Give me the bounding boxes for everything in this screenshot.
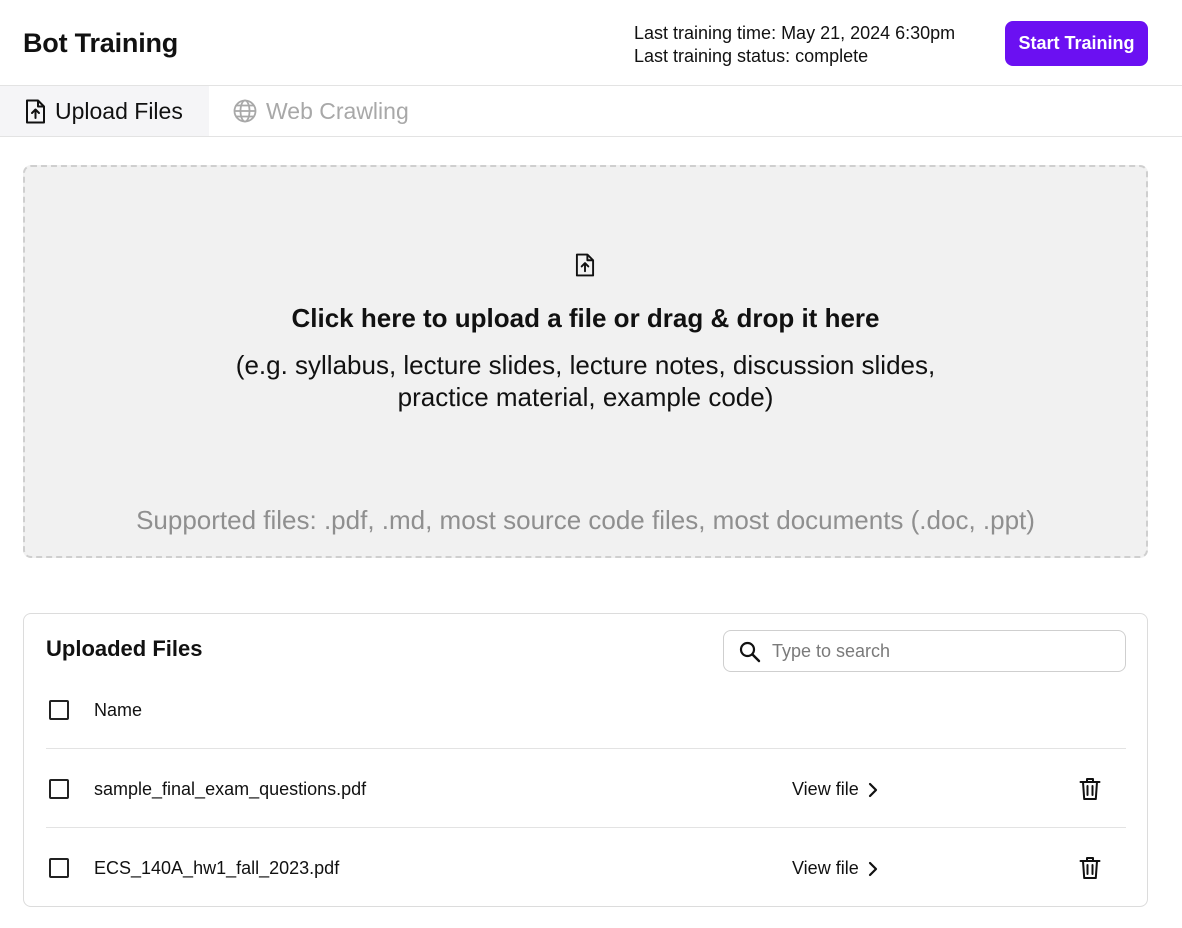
chevron-right-icon	[868, 861, 877, 876]
view-file-label: View file	[792, 858, 859, 878]
last-training-status: Last training status: complete	[634, 46, 869, 66]
upload-dropzone[interactable]: Click here to upload a file or drag & dr…	[23, 165, 1148, 558]
table-row: ECS_140A_hw1_fall_2023.pdf View file	[46, 829, 1126, 907]
view-file-label: View file	[792, 779, 859, 799]
globe-icon	[233, 99, 257, 123]
file-upload-icon	[26, 99, 45, 123]
tab-web-crawling[interactable]: Web Crawling	[209, 86, 439, 136]
last-training-time: Last training time: May 21, 2024 6:30pm	[634, 23, 956, 43]
tab-upload-files-label: Upload Files	[55, 97, 183, 124]
select-all-checkbox[interactable]	[49, 700, 69, 720]
table-header-row: Name	[46, 671, 1126, 749]
view-file-link[interactable]: View file	[792, 779, 878, 800]
uploaded-files-card: Uploaded Files Name sample_final_exam_qu…	[23, 613, 1148, 907]
header: Bot Training Last training time: May 21,…	[0, 0, 1182, 86]
trash-icon[interactable]	[1079, 856, 1101, 880]
column-header-name: Name	[94, 700, 143, 720]
view-file-link[interactable]: View file	[792, 858, 878, 879]
supported-files-note: Supported files: .pdf, .md, most source …	[136, 505, 1035, 535]
table-row: sample_final_exam_questions.pdf View fil…	[46, 750, 1126, 828]
search-box	[723, 630, 1126, 672]
file-upload-icon	[575, 253, 595, 277]
training-status: Last training time: May 21, 2024 6:30pm …	[634, 22, 955, 68]
tab-upload-files[interactable]: Upload Files	[0, 86, 209, 136]
page-title: Bot Training	[23, 28, 179, 58]
search-icon	[739, 641, 761, 663]
row-checkbox[interactable]	[49, 779, 69, 799]
search-input[interactable]	[772, 639, 1112, 663]
start-training-button[interactable]: Start Training	[1005, 21, 1148, 66]
file-name: ECS_140A_hw1_fall_2023.pdf	[94, 858, 340, 878]
tab-web-crawling-label: Web Crawling	[266, 97, 409, 124]
trash-icon[interactable]	[1079, 777, 1101, 801]
dropzone-subtitle-line1: (e.g. syllabus, lecture slides, lecture …	[235, 350, 936, 380]
chevron-right-icon	[868, 782, 877, 797]
dropzone-subtitle-line2: practice material, example code)	[397, 382, 774, 412]
row-checkbox[interactable]	[49, 858, 69, 878]
file-name: sample_final_exam_questions.pdf	[94, 779, 367, 799]
uploaded-files-title: Uploaded Files	[46, 636, 203, 661]
dropzone-title: Click here to upload a file or drag & dr…	[291, 303, 880, 333]
dropzone-subtitle: (e.g. syllabus, lecture slides, lecture …	[25, 349, 1146, 413]
tab-bar: Upload Files Web Crawling	[0, 86, 1182, 137]
